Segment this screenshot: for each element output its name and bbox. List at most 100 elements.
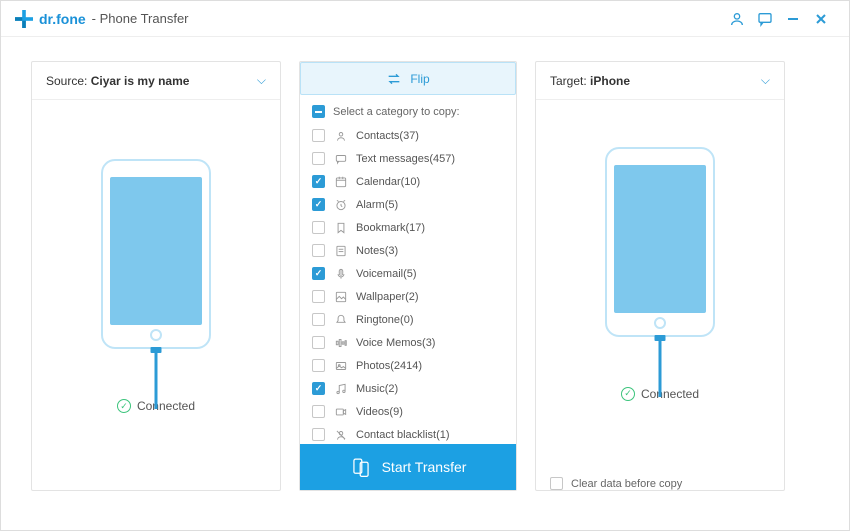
category-item[interactable]: Photos(2414): [312, 354, 512, 377]
category-label: Voicemail(5): [356, 268, 417, 280]
start-transfer-label: Start Transfer: [382, 459, 467, 475]
category-checkbox[interactable]: [312, 428, 325, 441]
close-button[interactable]: [807, 5, 835, 33]
category-panel: Flip Select a category to copy: Contacts…: [299, 61, 517, 491]
category-checkbox[interactable]: [312, 221, 325, 234]
source-dropdown[interactable]: Source: Ciyar is my name ⌵: [32, 62, 280, 100]
category-item[interactable]: Voicemail(5): [312, 262, 512, 285]
wallpaper-icon: [333, 289, 348, 304]
category-checkbox[interactable]: [312, 313, 325, 326]
category-item[interactable]: Videos(9): [312, 400, 512, 423]
source-phone-graphic: ✓ Connected: [32, 100, 280, 490]
transfer-icon: [350, 456, 372, 478]
app-subtitle: - Phone Transfer: [92, 11, 189, 26]
flip-icon: [386, 72, 402, 86]
home-button-icon: [150, 329, 162, 341]
clear-data-label: Clear data before copy: [571, 478, 682, 490]
clear-data-row[interactable]: Clear data before copy: [536, 465, 784, 490]
photos-icon: [333, 358, 348, 373]
category-item[interactable]: Bookmark(17): [312, 216, 512, 239]
message-icon: [333, 151, 348, 166]
category-label: Notes(3): [356, 245, 398, 257]
category-item[interactable]: Notes(3): [312, 239, 512, 262]
source-panel: Source: Ciyar is my name ⌵ ✓ Connected: [31, 61, 281, 491]
music-icon: [333, 381, 348, 396]
source-name: Ciyar is my name: [91, 74, 190, 88]
category-label: Alarm(5): [356, 199, 398, 211]
category-item[interactable]: Contact blacklist(1): [312, 423, 512, 444]
category-item[interactable]: Calendar(10): [312, 170, 512, 193]
category-item[interactable]: Music(2): [312, 377, 512, 400]
category-checkbox[interactable]: [312, 129, 325, 142]
category-checkbox[interactable]: [312, 152, 325, 165]
target-dropdown[interactable]: Target: iPhone ⌵: [536, 62, 784, 100]
category-label: Contact blacklist(1): [356, 429, 450, 441]
category-list[interactable]: Contacts(37) Text messages(457) Calendar(1…: [300, 124, 516, 444]
phone-outline: [605, 147, 715, 337]
alarm-icon: [333, 197, 348, 212]
category-label: Voice Memos(3): [356, 337, 435, 349]
category-checkbox[interactable]: [312, 244, 325, 257]
app-window: dr.fone - Phone Transfer Source: Ciyar i…: [0, 0, 850, 531]
drfone-logo-icon: [15, 10, 33, 28]
category-checkbox[interactable]: [312, 382, 325, 395]
chat-icon: [757, 11, 773, 27]
category-item[interactable]: Ringtone(0): [312, 308, 512, 331]
source-status-text: Connected: [137, 399, 195, 413]
main-content: Source: Ciyar is my name ⌵ ✓ Connected: [1, 37, 849, 530]
check-circle-icon: ✓: [117, 399, 131, 413]
target-label: Target:: [550, 74, 587, 88]
chevron-down-icon: ⌵: [257, 73, 266, 88]
target-phone-graphic: ✓ Connected: [536, 100, 784, 465]
brand-text: dr.fone: [39, 11, 86, 27]
category-label: Photos(2414): [356, 360, 422, 372]
category-item[interactable]: Voice Memos(3): [312, 331, 512, 354]
ringtone-icon: [333, 312, 348, 327]
category-label: Contacts(37): [356, 130, 419, 142]
category-checkbox[interactable]: [312, 405, 325, 418]
app-logo: dr.fone: [15, 10, 86, 28]
titlebar: dr.fone - Phone Transfer: [1, 1, 849, 37]
category-checkbox[interactable]: [312, 198, 325, 211]
contact-icon: [333, 128, 348, 143]
voicememo-icon: [333, 335, 348, 350]
minimize-icon: [786, 12, 800, 26]
category-label: Text messages(457): [356, 153, 455, 165]
minimize-button[interactable]: [779, 5, 807, 33]
target-status-text: Connected: [641, 387, 699, 401]
category-header-text: Select a category to copy:: [333, 106, 460, 118]
start-transfer-button[interactable]: Start Transfer: [300, 444, 516, 490]
clear-data-checkbox[interactable]: [550, 477, 563, 490]
category-checkbox[interactable]: [312, 359, 325, 372]
feedback-button[interactable]: [751, 5, 779, 33]
category-label: Videos(9): [356, 406, 403, 418]
check-circle-icon: ✓: [621, 387, 635, 401]
select-all-checkbox[interactable]: [312, 105, 325, 118]
cable-icon: [155, 349, 158, 409]
calendar-icon: [333, 174, 348, 189]
category-checkbox[interactable]: [312, 336, 325, 349]
category-label: Wallpaper(2): [356, 291, 419, 303]
category-item[interactable]: Wallpaper(2): [312, 285, 512, 308]
category-item[interactable]: Text messages(457): [312, 147, 512, 170]
category-label: Calendar(10): [356, 176, 420, 188]
category-label: Music(2): [356, 383, 398, 395]
flip-button[interactable]: Flip: [300, 62, 516, 95]
videos-icon: [333, 404, 348, 419]
close-icon: [814, 12, 828, 26]
target-panel: Target: iPhone ⌵ ✓ Connected Cle: [535, 61, 785, 491]
category-checkbox[interactable]: [312, 175, 325, 188]
home-button-icon: [654, 317, 666, 329]
cable-icon: [659, 337, 662, 397]
category-checkbox[interactable]: [312, 267, 325, 280]
voicemail-icon: [333, 266, 348, 281]
category-checkbox[interactable]: [312, 290, 325, 303]
category-header: Select a category to copy:: [300, 95, 516, 124]
notes-icon: [333, 243, 348, 258]
user-icon: [729, 11, 745, 27]
category-item[interactable]: Contacts(37): [312, 124, 512, 147]
category-label: Bookmark(17): [356, 222, 425, 234]
account-button[interactable]: [723, 5, 751, 33]
category-item[interactable]: Alarm(5): [312, 193, 512, 216]
source-label: Source:: [46, 74, 87, 88]
